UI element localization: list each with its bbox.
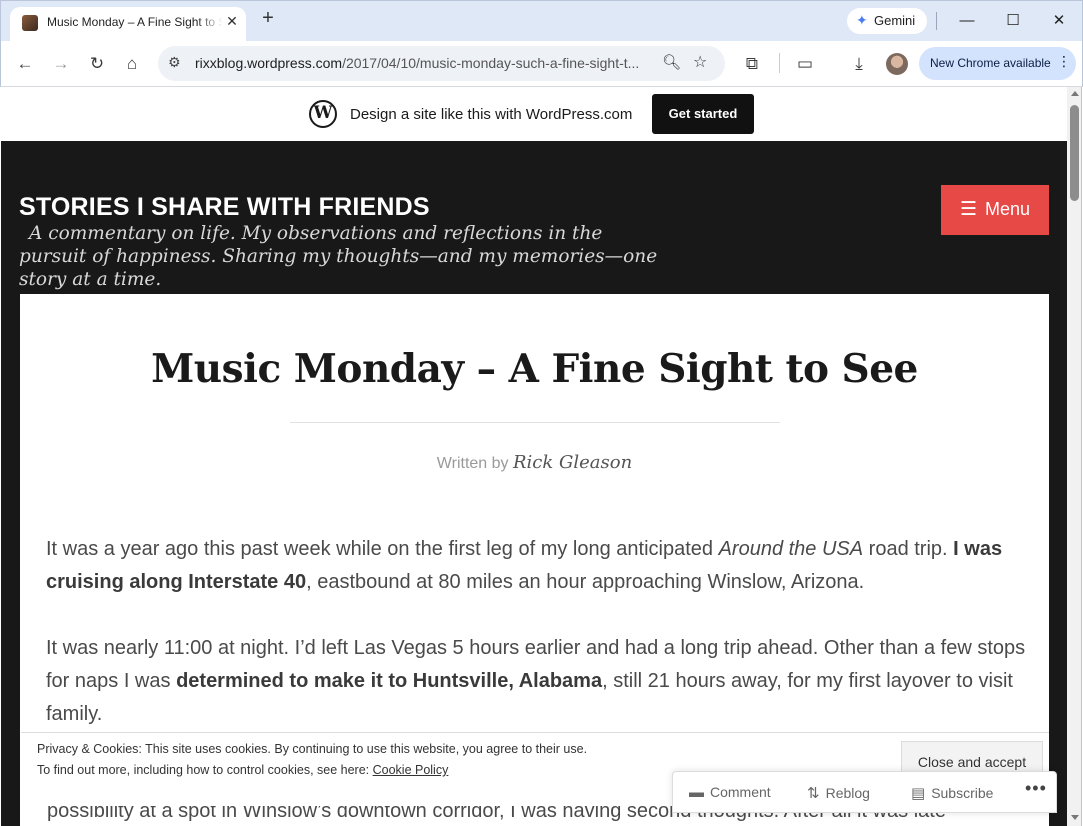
more-actions-icon[interactable]: ••• bbox=[1025, 778, 1047, 799]
browser-tab[interactable]: Music Monday – A Fine Sight to See ✕ bbox=[10, 7, 246, 42]
p1-emphasis: Around the USA bbox=[718, 538, 864, 560]
wordpress-promo-text[interactable]: Design a site like this with WordPress.c… bbox=[350, 106, 632, 123]
zoom-icon[interactable]: 🔍︎ bbox=[662, 53, 681, 71]
subscribe-icon: ▤ bbox=[911, 785, 926, 802]
tab-strip: Music Monday – A Fine Sight to See ✕ + ✦… bbox=[0, 0, 1083, 42]
byline-prefix: Written by bbox=[436, 455, 509, 472]
byline: Written by Rick Gleason bbox=[20, 452, 1049, 473]
site-info-icon[interactable]: ⚙ bbox=[168, 54, 181, 71]
more-icon[interactable]: ⋮ bbox=[1057, 53, 1071, 70]
wordpress-logo-icon[interactable]: W bbox=[309, 100, 337, 128]
subscribe-button[interactable]: ▤ Subscribe bbox=[911, 784, 993, 802]
scrollbar-thumb[interactable] bbox=[1070, 105, 1079, 201]
p1-text-2: road trip. bbox=[863, 538, 954, 560]
window-controls-divider bbox=[936, 12, 937, 30]
bookmark-star-icon[interactable]: ☆ bbox=[693, 52, 707, 72]
reblog-icon: ⇅ bbox=[807, 785, 820, 802]
cookie-policy-link[interactable]: Cookie Policy bbox=[373, 763, 449, 777]
p1-text: It was a year ago this past week while o… bbox=[46, 538, 719, 560]
url-path: /2017/04/10/music-monday-such-a-fine-sig… bbox=[342, 55, 640, 71]
extensions-icon[interactable]: ⧉ bbox=[739, 51, 765, 77]
profile-avatar[interactable] bbox=[886, 53, 908, 75]
tab-search-icon[interactable]: ▭ bbox=[792, 51, 818, 77]
comment-button[interactable]: ▬ Comment bbox=[689, 784, 771, 801]
update-label: New Chrome available bbox=[930, 56, 1051, 70]
scroll-down-arrow-icon[interactable] bbox=[1071, 815, 1079, 820]
downloads-icon[interactable]: ⤓ bbox=[846, 51, 872, 77]
site-title[interactable]: STORIES I SHARE WITH FRIENDS bbox=[19, 193, 430, 222]
gemini-button[interactable]: ✦ Gemini bbox=[847, 8, 927, 34]
action-bar: ▬ Comment ⇅ Reblog ▤ Subscribe ••• bbox=[672, 771, 1057, 813]
menu-button[interactable]: ☰ Menu bbox=[941, 185, 1049, 235]
menu-label: Menu bbox=[985, 199, 1031, 219]
url-text[interactable]: rixxblog.wordpress.com/2017/04/10/music-… bbox=[195, 55, 655, 71]
reblog-label: Reblog bbox=[825, 785, 870, 801]
minimize-button[interactable]: — bbox=[952, 7, 982, 35]
reblog-button[interactable]: ⇅ Reblog bbox=[807, 784, 870, 802]
gemini-label: Gemini bbox=[874, 13, 916, 28]
tab-title: Music Monday – A Fine Sight to See bbox=[47, 15, 223, 29]
tab-close-icon[interactable]: ✕ bbox=[223, 12, 241, 30]
page-viewport: W Design a site like this with WordPress… bbox=[1, 87, 1067, 826]
p2-strong: determined to make it to Huntsville, Ala… bbox=[176, 670, 603, 692]
cookie-policy-text: To find out more, including how to contr… bbox=[37, 763, 448, 777]
forward-icon[interactable]: → bbox=[48, 51, 74, 77]
page-scrollbar[interactable] bbox=[1067, 87, 1082, 826]
home-icon[interactable]: ⌂ bbox=[119, 51, 145, 77]
author-link[interactable]: Rick Gleason bbox=[513, 452, 632, 473]
scroll-up-arrow-icon[interactable] bbox=[1071, 91, 1079, 96]
gemini-sparkle-icon: ✦ bbox=[856, 12, 868, 28]
reload-icon[interactable]: ↻ bbox=[84, 51, 110, 77]
tab-favicon bbox=[22, 15, 38, 31]
post-title: Music Monday – A Fine Sight to See bbox=[151, 346, 918, 392]
get-started-button[interactable]: Get started bbox=[652, 94, 754, 134]
comment-icon: ▬ bbox=[689, 784, 704, 801]
site-description: A commentary on life. My observations an… bbox=[19, 223, 658, 290]
back-icon[interactable]: ← bbox=[12, 51, 38, 77]
toolbar-divider bbox=[779, 53, 780, 73]
title-divider bbox=[290, 422, 780, 423]
new-tab-button[interactable]: + bbox=[257, 8, 279, 30]
subscribe-label: Subscribe bbox=[931, 785, 994, 801]
p1-text-3: , eastbound at 80 miles an hour approach… bbox=[306, 571, 865, 593]
wordpress-promo-bar: W Design a site like this with WordPress… bbox=[1, 87, 1067, 141]
url-host: rixxblog.wordpress.com bbox=[195, 55, 343, 71]
browser-toolbar: ← → ↻ ⌂ ⚙ rixxblog.wordpress.com/2017/04… bbox=[0, 41, 1083, 87]
hamburger-icon: ☰ bbox=[960, 199, 978, 220]
paragraph-2: It was nearly 11:00 at night. I’d left L… bbox=[46, 632, 1031, 731]
maximize-button[interactable]: ☐ bbox=[998, 7, 1028, 35]
new-chrome-available-button[interactable]: New Chrome available ⋮ bbox=[919, 47, 1076, 80]
close-window-button[interactable]: ✕ bbox=[1044, 7, 1074, 35]
address-bar[interactable]: ⚙ rixxblog.wordpress.com/2017/04/10/musi… bbox=[158, 46, 725, 81]
comment-label: Comment bbox=[710, 784, 771, 800]
paragraph-1: It was a year ago this past week while o… bbox=[46, 533, 1031, 599]
cookie-policy-prefix: To find out more, including how to contr… bbox=[37, 763, 373, 777]
cookie-notice-text: Privacy & Cookies: This site uses cookie… bbox=[37, 742, 588, 756]
